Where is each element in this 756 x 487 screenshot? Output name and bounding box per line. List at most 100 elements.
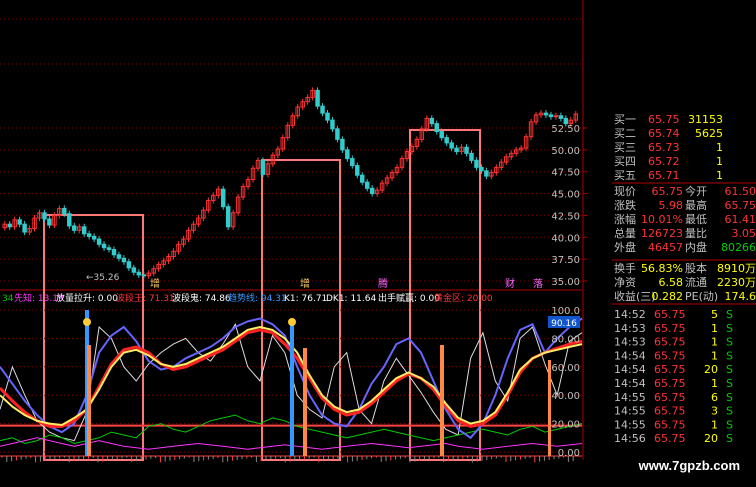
low-price-label: ←35.26 <box>86 273 120 283</box>
signal-bar <box>303 348 307 456</box>
indicator-header-item: 出手赋赢: 0.00 <box>378 292 440 304</box>
stat-value: 174.6 <box>725 290 756 303</box>
event-label: 增 <box>300 277 310 290</box>
stock-chart-terminal: 52.5050.0047.5045.0042.5040.0037.5035.00… <box>0 0 756 487</box>
tick-time: 14:55 <box>614 405 646 418</box>
stat-label: 总量 <box>614 226 636 240</box>
indicator-header-item: 34 <box>2 294 14 304</box>
book-volume: 1 <box>716 169 723 182</box>
stat-label: 换手 <box>614 261 636 275</box>
book-label: 买二 <box>614 127 636 140</box>
candle-body <box>86 233 92 237</box>
tick-time: 14:54 <box>614 363 646 376</box>
candle-body <box>320 105 325 114</box>
tick-volume: 20 <box>704 432 718 445</box>
book-volume: 5625 <box>695 127 723 140</box>
watermark: www.7gpzb.com <box>638 458 740 473</box>
tick-side: S <box>726 336 733 349</box>
candle-body <box>454 147 459 153</box>
tick-volume: 6 <box>711 391 718 404</box>
indicator-axis-label: 20.00 <box>551 420 580 431</box>
stat-label: 外盘 <box>614 240 636 254</box>
candle-body <box>543 112 549 116</box>
candle-body <box>369 187 375 195</box>
candle-body <box>7 223 12 228</box>
stat-label: 内盘 <box>685 240 707 254</box>
tick-side: S <box>726 363 733 376</box>
price-axis-label: 47.50 <box>551 168 580 179</box>
tick-side: S <box>726 308 733 321</box>
candle-body <box>116 254 122 259</box>
tick-side: S <box>726 322 733 335</box>
candle-body <box>141 274 147 277</box>
stat-value: 80266 <box>721 241 756 254</box>
tick-time: 14:55 <box>614 391 646 404</box>
stat-label: 涨幅 <box>614 213 636 226</box>
tick-price: 65.75 <box>654 349 686 362</box>
candle-body <box>81 226 87 235</box>
tick-side: S <box>726 349 733 362</box>
stat-label: 收益(三) <box>614 289 656 303</box>
candle-body <box>429 117 435 125</box>
tick-volume: 1 <box>711 349 718 362</box>
indicator-header-item: DK1: 11.64 <box>326 294 376 304</box>
tick-time: 14:53 <box>614 336 646 349</box>
stat-label: 净资 <box>614 275 636 289</box>
event-label: 腾 <box>378 277 388 290</box>
candle-body <box>360 174 365 183</box>
tick-side: S <box>726 377 733 390</box>
stat-value: 5.98 <box>659 199 684 212</box>
indicator-header-item: 波段王: 71.31 <box>116 292 175 304</box>
candle-body <box>101 243 107 249</box>
tick-volume: 1 <box>711 336 718 349</box>
book-label: 买一 <box>614 113 636 126</box>
candle-body <box>121 257 127 263</box>
stat-value: 126723 <box>641 227 683 240</box>
tick-volume: 1 <box>711 377 718 390</box>
candle-body <box>72 225 77 231</box>
stat-label: 股本 <box>685 261 707 275</box>
signal-bar <box>87 345 91 456</box>
candle-body <box>563 117 569 125</box>
dollar-marker-icon <box>83 318 91 326</box>
candle-body <box>558 115 564 119</box>
candle-body <box>17 219 22 225</box>
indicator-header: 34 先知: 13.19放量拉升: 0.00波段王: 71.31波段鬼: 74.8… <box>2 292 493 304</box>
candle-body <box>325 112 330 121</box>
signal-bar <box>440 345 444 456</box>
tick-price: 65.75 <box>654 432 686 445</box>
candle-body <box>449 142 454 149</box>
candle-body <box>136 271 142 276</box>
candle-body <box>220 188 226 208</box>
candle-body <box>474 159 479 168</box>
indicator-axis-label: 0.00 <box>558 448 580 459</box>
indicator-header-item: 放量拉升: 0.00 <box>56 292 118 304</box>
stat-value: 0.282 <box>652 290 684 303</box>
tick-time: 14:54 <box>614 349 646 362</box>
candle-body <box>444 137 449 144</box>
stat-value: 46457 <box>648 241 683 254</box>
stat-label: PE(动) <box>685 290 718 303</box>
candle-body <box>434 123 439 132</box>
candle-body <box>106 247 112 251</box>
tick-price: 65.75 <box>654 322 686 335</box>
candle-body <box>315 89 320 107</box>
stat-value: 2230万 <box>717 276 756 289</box>
candle-body <box>91 235 97 240</box>
tick-side: S <box>726 405 733 418</box>
price-axis-label: 35.00 <box>551 277 580 288</box>
book-volume: 31153 <box>688 113 723 126</box>
book-volume: 1 <box>716 141 723 154</box>
candle-body <box>464 146 469 154</box>
tick-time: 14:53 <box>614 322 646 335</box>
signal-bar <box>548 360 551 456</box>
current-value: 90.16 <box>551 319 577 329</box>
indicator-header-item: K1: 76.71 <box>284 294 327 304</box>
stat-value: 10.01% <box>641 213 683 226</box>
tick-price: 65.75 <box>654 377 686 390</box>
indicator-header-item: 趋势线: 94.31 <box>228 292 287 304</box>
price-axis-label: 50.00 <box>551 146 580 157</box>
tick-volume: 3 <box>711 405 718 418</box>
tick-side: S <box>726 418 733 431</box>
event-label: 财 <box>505 277 515 290</box>
